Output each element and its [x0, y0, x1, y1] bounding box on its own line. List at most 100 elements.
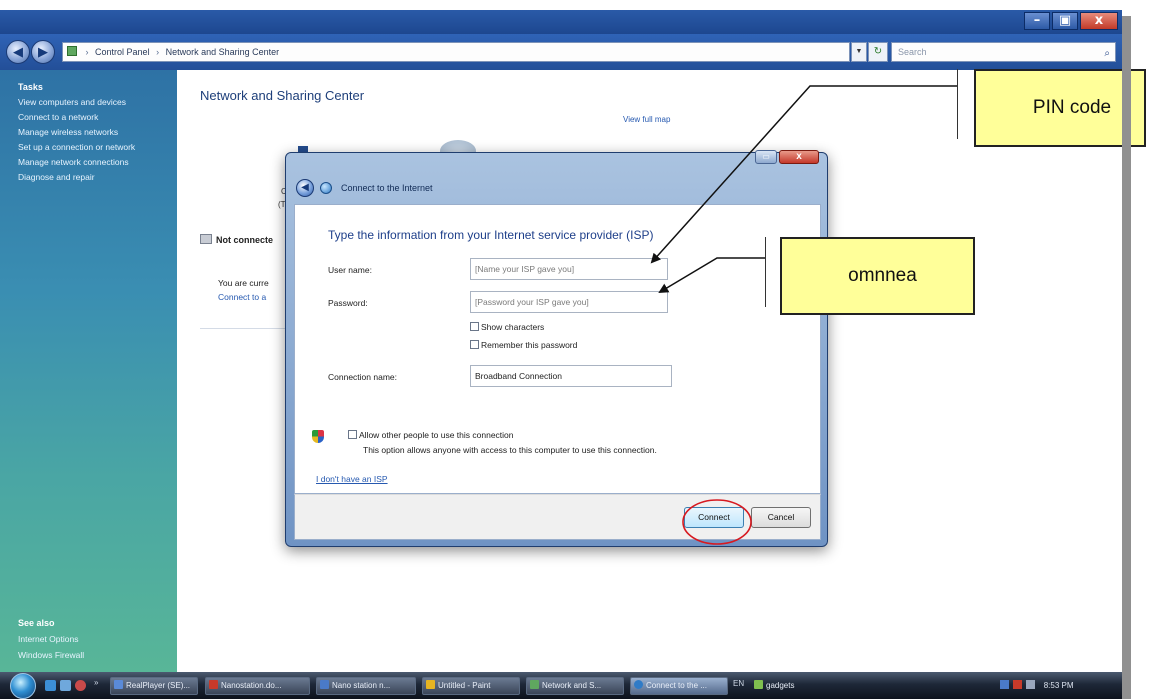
- internet-icon: [634, 680, 643, 689]
- taskbar-item-connect-internet[interactable]: Connect to the ...: [630, 677, 728, 695]
- network-disconnected-icon: [200, 234, 212, 244]
- breadcrumb-separator: ›: [156, 47, 160, 57]
- address-dropdown-button[interactable]: ▼: [851, 42, 867, 62]
- breadcrumb-network-center[interactable]: Network and Sharing Center: [166, 47, 280, 57]
- clock[interactable]: 8:53 PM: [1044, 681, 1074, 690]
- divider: [200, 328, 295, 329]
- task-label: Connect to the ...: [646, 681, 707, 690]
- connection-name-field[interactable]: Broadband Connection: [470, 365, 672, 387]
- realplayer-icon: [114, 680, 123, 689]
- password-field[interactable]: [Password your ISP gave you]: [470, 291, 668, 313]
- sidebar-item-connect-network[interactable]: Connect to a network: [18, 112, 98, 122]
- shield-icon: [312, 430, 324, 443]
- checkbox-box[interactable]: [470, 340, 479, 349]
- control-panel-icon: [530, 680, 539, 689]
- no-isp-link[interactable]: I don't have an ISP: [316, 474, 388, 484]
- sidebar-tasks-heading: Tasks: [18, 82, 43, 92]
- document-icon: [209, 680, 218, 689]
- username-field[interactable]: [Name your ISP gave you]: [470, 258, 668, 280]
- connection-name-label: Connection name:: [328, 372, 397, 382]
- taskbar-item-gadgets[interactable]: gadgets: [750, 677, 825, 695]
- remember-password-label: Remember this password: [481, 340, 578, 350]
- sidebar: Tasks View computers and devices Connect…: [0, 70, 177, 699]
- sidebar-see-also-heading: See also: [18, 618, 55, 628]
- allow-others-checkbox[interactable]: Allow other people to use this connectio…: [348, 430, 514, 440]
- dialog-title: Connect to the Internet: [341, 183, 433, 193]
- omnnea-callout: omnnea: [780, 237, 975, 315]
- security-tray-icon[interactable]: [1013, 680, 1023, 689]
- search-icon[interactable]: ⌕: [1104, 45, 1110, 63]
- address-bar-area: ◀ ▶ › Control Panel › Network and Sharin…: [0, 34, 1122, 70]
- sidebar-item-view-computers[interactable]: View computers and devices: [18, 97, 126, 107]
- back-button[interactable]: ◀: [6, 40, 30, 64]
- language-indicator[interactable]: EN: [733, 679, 744, 688]
- dialog-body: Type the information from your Internet …: [294, 204, 821, 494]
- taskbar-item-nanostation[interactable]: Nano station n...: [316, 677, 416, 695]
- start-button[interactable]: [10, 673, 36, 699]
- not-connected-status: Not connecte: [200, 234, 273, 245]
- sidebar-item-manage-wireless[interactable]: Manage wireless networks: [18, 127, 118, 137]
- sidebar-item-manage-connections[interactable]: Manage network connections: [18, 157, 129, 167]
- volume-tray-icon[interactable]: [1026, 680, 1036, 689]
- maximize-button[interactable]: ▣: [1052, 12, 1078, 30]
- paint-icon: [426, 680, 435, 689]
- checkbox-box[interactable]: [470, 322, 479, 331]
- task-label: Untitled - Paint: [438, 681, 491, 690]
- chevron-icon[interactable]: »: [94, 678, 98, 687]
- sidebar-item-setup-connection[interactable]: Set up a connection or network: [18, 142, 135, 152]
- taskbar-item-network-center[interactable]: Network and S...: [526, 677, 624, 695]
- minimize-button[interactable]: –: [1024, 12, 1050, 30]
- network-tray-icon[interactable]: [1000, 680, 1009, 689]
- connect-button[interactable]: Connect: [684, 507, 744, 528]
- dialog-close-button[interactable]: x: [779, 150, 819, 164]
- quick-launch-media-icon[interactable]: [75, 680, 86, 691]
- callout-bracket-line: [765, 237, 766, 307]
- page-title: Network and Sharing Center: [200, 88, 365, 103]
- search-input[interactable]: Search ⌕: [891, 42, 1116, 62]
- forward-button[interactable]: ▶: [31, 40, 55, 64]
- task-label: gadgets: [766, 681, 795, 690]
- address-field[interactable]: › Control Panel › Network and Sharing Ce…: [62, 42, 850, 62]
- dialog-heading: Type the information from your Internet …: [328, 228, 654, 242]
- taskbar: » RealPlayer (SE)... Nanostation.do... N…: [0, 672, 1122, 699]
- dialog-restore-button[interactable]: ▭: [755, 150, 777, 164]
- dialog-back-button[interactable]: ◀: [296, 179, 314, 197]
- show-characters-label: Show characters: [481, 322, 545, 332]
- cancel-button[interactable]: Cancel: [751, 507, 811, 528]
- sidebar-item-internet-options[interactable]: Internet Options: [18, 634, 78, 644]
- refresh-button[interactable]: ↻: [868, 42, 888, 62]
- close-button[interactable]: x: [1080, 12, 1118, 30]
- taskbar-item-realplayer[interactable]: RealPlayer (SE)...: [110, 677, 198, 695]
- password-label: Password:: [328, 298, 368, 308]
- remember-password-checkbox[interactable]: Remember this password: [470, 340, 577, 350]
- show-characters-checkbox[interactable]: Show characters: [470, 322, 544, 332]
- breadcrumb-separator: ›: [85, 47, 89, 57]
- sidebar-item-windows-firewall[interactable]: Windows Firewall: [18, 650, 84, 660]
- control-panel-icon: [67, 46, 77, 56]
- internet-icon: [320, 182, 332, 194]
- taskbar-item-nanostation-doc[interactable]: Nanostation.do...: [205, 677, 310, 695]
- taskbar-item-paint[interactable]: Untitled - Paint: [422, 677, 520, 695]
- not-connected-label: Not connecte: [216, 235, 274, 245]
- view-full-map-link[interactable]: View full map: [623, 115, 670, 124]
- allow-description: This option allows anyone with access to…: [363, 445, 657, 455]
- window-icon: [320, 680, 329, 689]
- connect-to-network-link[interactable]: Connect to a: [218, 292, 266, 302]
- dialog-footer: Connect Cancel: [294, 494, 821, 540]
- pin-code-callout: PIN code: [974, 69, 1146, 147]
- system-tray: 8:53 PM: [1000, 676, 1122, 696]
- you-are-text: You are curre: [218, 278, 269, 288]
- task-label: Network and S...: [542, 681, 602, 690]
- task-label: Nano station n...: [332, 681, 391, 690]
- sidebar-item-diagnose[interactable]: Diagnose and repair: [18, 172, 95, 182]
- breadcrumb-control-panel[interactable]: Control Panel: [95, 47, 150, 57]
- allow-others-label: Allow other people to use this connectio…: [359, 430, 514, 440]
- connect-internet-dialog: ▭ x ◀ Connect to the Internet Type the i…: [285, 150, 828, 547]
- window-shadow: [1122, 16, 1131, 699]
- quick-launch-ie-icon[interactable]: [45, 680, 56, 691]
- task-label: RealPlayer (SE)...: [126, 681, 191, 690]
- username-label: User name:: [328, 265, 372, 275]
- screenshot: – ▣ x ◀ ▶ › Control Panel › Network and …: [0, 0, 1161, 699]
- checkbox-box[interactable]: [348, 430, 357, 439]
- quick-launch-desktop-icon[interactable]: [60, 680, 71, 691]
